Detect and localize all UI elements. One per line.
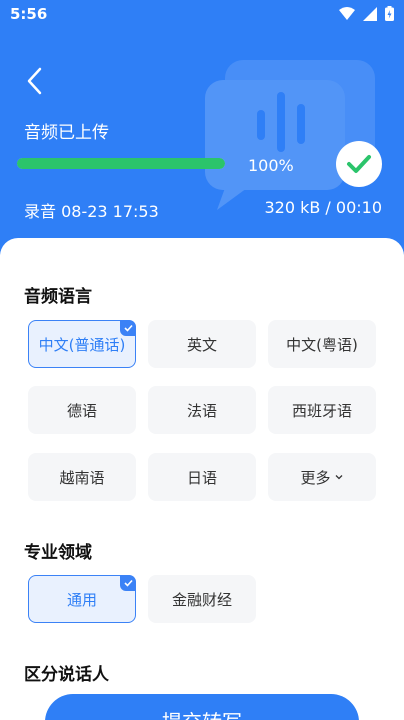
domain-option-general[interactable]: 通用 — [28, 575, 136, 623]
selected-check-icon — [120, 575, 136, 591]
back-button[interactable] — [22, 66, 50, 96]
language-option-more[interactable]: 更多 — [268, 453, 376, 501]
battery-icon — [385, 6, 394, 21]
upload-progress-bar — [17, 158, 225, 169]
language-option-german[interactable]: 德语 — [28, 386, 136, 434]
wifi-icon — [339, 6, 355, 20]
recording-size-duration: 320 kB / 00:10 — [264, 198, 382, 217]
language-option-english[interactable]: 英文 — [148, 320, 256, 368]
professional-domain-title: 专业领域 — [24, 543, 92, 563]
audio-bubble-decoration-icon — [205, 60, 375, 210]
upload-progress-percent: 100% — [248, 156, 294, 175]
status-bar: 5:56 — [0, 0, 404, 30]
settings-panel: 音频语言 中文(普通话) 英文 中文(粤语) 德语 法语 西班牙语 越南语 日语… — [0, 238, 404, 720]
upload-status-title: 音频已上传 — [24, 123, 109, 143]
domain-option-finance[interactable]: 金融财经 — [148, 575, 256, 623]
language-option-japanese[interactable]: 日语 — [148, 453, 256, 501]
language-option-spanish[interactable]: 西班牙语 — [268, 386, 376, 434]
speaker-diarization-title: 区分说话人 — [24, 665, 109, 685]
language-option-mandarin[interactable]: 中文(普通话) — [28, 320, 136, 368]
checkmark-icon — [347, 155, 371, 173]
upload-header: 5:56 音频已上传 100% 录音 08-23 17:53 320 kB / … — [0, 0, 404, 262]
cellular-signal-icon — [363, 6, 377, 21]
status-time: 5:56 — [10, 5, 48, 23]
language-option-vietnamese[interactable]: 越南语 — [28, 453, 136, 501]
upload-progress-fill — [17, 158, 225, 169]
recording-name: 录音 08-23 17:53 — [24, 202, 159, 221]
language-option-cantonese[interactable]: 中文(粤语) — [268, 320, 376, 368]
status-icons — [339, 6, 394, 21]
chevron-down-icon — [335, 475, 342, 480]
upload-complete-badge — [336, 141, 382, 187]
chevron-left-icon — [27, 67, 42, 95]
language-option-french[interactable]: 法语 — [148, 386, 256, 434]
selected-check-icon — [120, 320, 136, 336]
submit-transcription-button[interactable]: 提交转写 — [45, 694, 359, 720]
audio-language-title: 音频语言 — [24, 287, 92, 307]
